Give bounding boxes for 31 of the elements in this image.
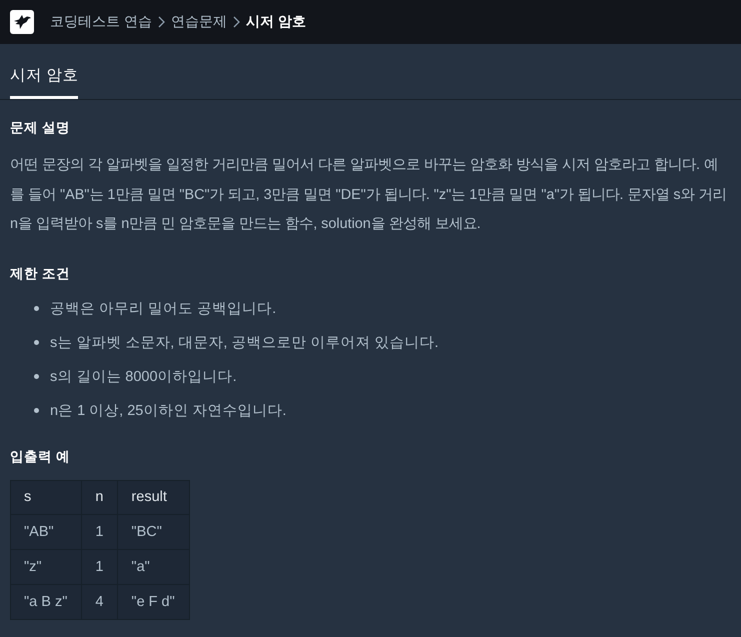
bullet-icon [34, 340, 39, 345]
table-cell: "z" [10, 550, 82, 584]
constraint-text: n은 1 이상, 25이하인 자연수입니다. [50, 402, 286, 420]
table-cell: 4 [82, 584, 118, 619]
bullet-icon [34, 408, 39, 413]
bird-logo-icon[interactable] [10, 10, 34, 34]
breadcrumb-link[interactable]: 연습문제 [170, 13, 227, 31]
breadcrumb-link[interactable]: 시저 암호 [246, 13, 306, 31]
bullet-icon [34, 306, 39, 311]
constraint-text: 공백은 아무리 밀어도 공백입니다. [50, 300, 276, 318]
table-cell: "BC" [118, 514, 190, 550]
breadcrumb-link[interactable]: 코딩테스트 연습 [50, 13, 152, 31]
constraint-text: s는 알파벳 소문자, 대문자, 공백으로만 이루어져 있습니다. [50, 334, 439, 352]
chevron-icon [158, 16, 165, 28]
column-header: s [10, 480, 82, 515]
section-heading: 제한 조건 [10, 264, 71, 282]
description-paragraph: 어떤 문장의 각 알파벳을 일정한 거리만큼 밀어서 다른 알파벳으로 바꾸는 암호화 방식을 시저 암호라고 합니다. 예를 들어 "AB"는 1만큼 밀면 "BC"가 되고, 3만큼 밀면 "DE"가 됩니다. "z"는 1만큼 밀면 "a"가 됩니다. 문자열 s와 거리 n을 입력받아 s를 n만큼 민 암호문을 만드는 함수, solution을 완성해 보세요. [10, 156, 728, 234]
table-cell: "a" [118, 550, 190, 584]
table-cell: "AB" [10, 514, 82, 550]
constraint-text: s의 길이는 8000이하입니다. [50, 368, 237, 386]
column-header: n [82, 480, 118, 515]
table-cell: 1 [82, 550, 118, 584]
tab[interactable]: 시저 암호 [10, 65, 78, 99]
section-heading: 문제 설명 [10, 119, 71, 137]
table-cell: "a B z" [10, 584, 82, 619]
table-cell: 1 [82, 514, 118, 550]
column-header: result [118, 480, 190, 515]
table-cell: "e F d" [118, 584, 190, 619]
bullet-icon [34, 374, 39, 379]
section-heading: 입출력 예 [10, 448, 71, 466]
chevron-icon [232, 16, 240, 28]
